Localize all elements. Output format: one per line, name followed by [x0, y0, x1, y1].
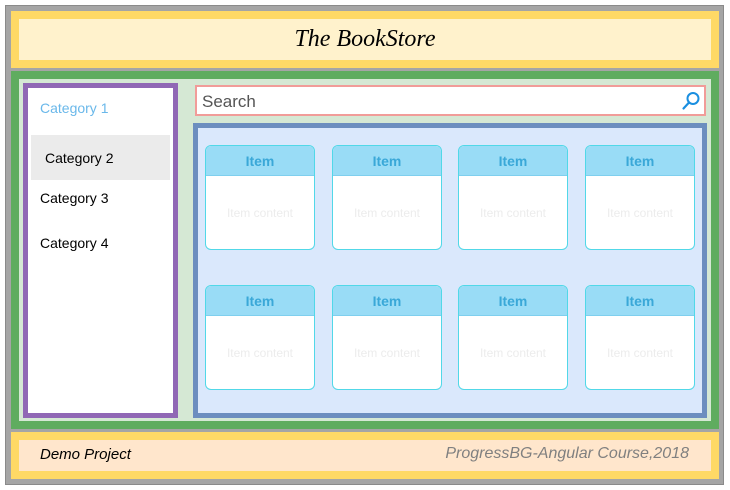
item-card[interactable]: Item Item content	[458, 145, 568, 250]
search-bar	[195, 85, 706, 116]
item-card-title: Item	[333, 286, 441, 316]
sidebar-item-category-1[interactable]: Category 1	[40, 100, 108, 116]
item-card-title: Item	[586, 286, 694, 316]
item-card-title: Item	[459, 286, 567, 316]
footer-project-name: Demo Project	[40, 446, 131, 463]
header-title-bar: The BookStore	[19, 19, 711, 60]
item-card[interactable]: Item Item content	[585, 145, 695, 250]
search-icon[interactable]	[680, 90, 702, 112]
item-card-content: Item content	[479, 346, 547, 360]
sidebar-item-category-2[interactable]: Category 2	[45, 150, 113, 166]
item-card-title: Item	[459, 146, 567, 176]
item-card-title: Item	[206, 146, 314, 176]
item-card[interactable]: Item Item content	[205, 285, 315, 390]
item-card[interactable]: Item Item content	[205, 145, 315, 250]
item-card-content: Item content	[606, 346, 674, 360]
item-card-content: Item content	[606, 206, 674, 220]
category-sidebar: Category 1 Category 2 Category 3 Categor…	[23, 83, 178, 418]
item-card-content: Item content	[226, 346, 294, 360]
item-card[interactable]: Item Item content	[332, 145, 442, 250]
item-card[interactable]: Item Item content	[458, 285, 568, 390]
item-card-title: Item	[333, 146, 441, 176]
item-card-content: Item content	[353, 346, 421, 360]
page-title: The BookStore	[294, 26, 436, 52]
items-panel: Item Item content Item Item content Item…	[193, 123, 707, 418]
item-card-content: Item content	[353, 206, 421, 220]
item-card-title: Item	[586, 146, 694, 176]
item-card[interactable]: Item Item content	[585, 285, 695, 390]
search-input[interactable]	[202, 91, 672, 113]
item-card-content: Item content	[479, 206, 547, 220]
sidebar-item-category-3[interactable]: Category 3	[40, 190, 108, 206]
sidebar-item-category-4[interactable]: Category 4	[40, 235, 108, 251]
item-card-content: Item content	[226, 206, 294, 220]
item-card[interactable]: Item Item content	[332, 285, 442, 390]
footer-credits: ProgressBG-Angular Course,2018	[445, 445, 689, 462]
item-card-title: Item	[206, 286, 314, 316]
